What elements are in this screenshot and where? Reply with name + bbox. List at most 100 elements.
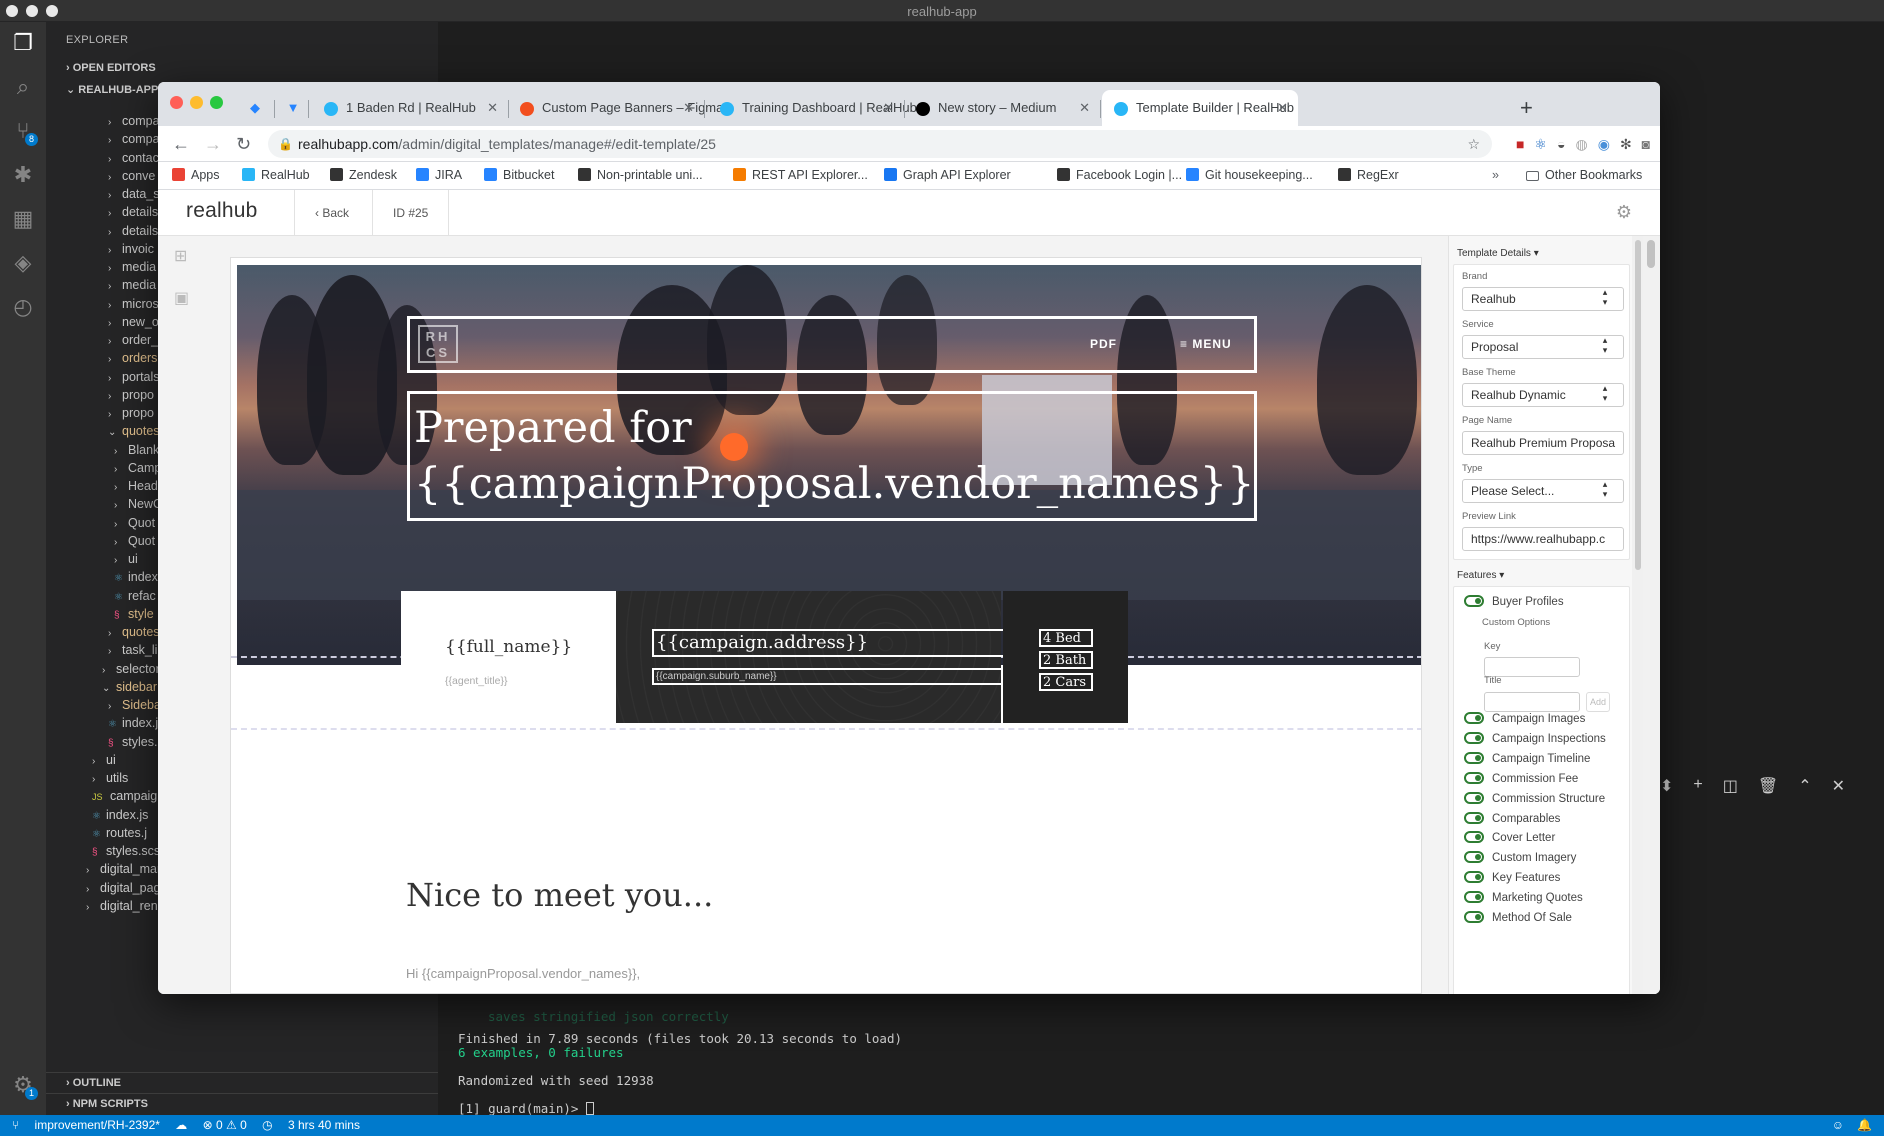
toggle-switch[interactable]	[1464, 731, 1484, 744]
toggle-switch[interactable]	[1464, 851, 1484, 864]
bookmark-item[interactable]: Git housekeeping...	[1186, 168, 1313, 182]
notifications-bell-icon[interactable]: 🔔	[1857, 1115, 1872, 1136]
feature-toggle-row[interactable]: Marketing Quotes	[1464, 889, 1583, 907]
feature-toggle-row[interactable]: Key Features	[1464, 869, 1560, 887]
extension-icon[interactable]: ■	[1516, 136, 1524, 153]
gitlens-icon[interactable]: ◴	[10, 294, 36, 320]
forward-arrow-icon[interactable]: →	[204, 134, 222, 154]
feature-toggle-row[interactable]: Commission Fee	[1464, 770, 1578, 788]
more-bookmarks-chevron-icon[interactable]: »	[1492, 168, 1499, 182]
select-field[interactable]: Proposal ▴▾	[1462, 335, 1624, 359]
feature-toggle-row[interactable]: Comparables	[1464, 810, 1560, 828]
bookmark-star-icon[interactable]: ☆	[1467, 130, 1480, 158]
sync-icon[interactable]: ☁	[175, 1118, 187, 1132]
toggle-switch[interactable]	[1464, 871, 1484, 884]
files-icon[interactable]: ❐	[10, 30, 36, 56]
back-arrow-icon[interactable]: ←	[172, 134, 190, 154]
bookmark-item[interactable]: RealHub	[242, 168, 310, 182]
chevron-down-icon[interactable]: ⬍	[1660, 776, 1673, 796]
settings-gear-icon[interactable]: ⚙ 1	[10, 1072, 38, 1100]
split-terminal-icon[interactable]: ◫	[1723, 776, 1738, 796]
features-toggle[interactable]: Features ▾	[1457, 570, 1504, 581]
extension-icon[interactable]: ✻	[1620, 136, 1632, 153]
extension-icon[interactable]: ◉	[1598, 136, 1610, 153]
search-icon[interactable]: ⌕	[10, 74, 36, 100]
terminal-output[interactable]: saves stringified json correctly Finishe…	[458, 1010, 902, 1116]
realhub-logo[interactable]: realhub	[186, 199, 257, 223]
close-panel-icon[interactable]: ✕	[1832, 776, 1845, 796]
feature-toggle-row[interactable]: Campaign Timeline	[1464, 750, 1590, 768]
hero-title[interactable]: Prepared for {{campaignProposal.vendor_n…	[407, 391, 1257, 521]
scroll-thumb[interactable]	[1647, 240, 1655, 268]
docker-icon[interactable]: ◈	[10, 250, 36, 276]
toggle-switch[interactable]	[1464, 771, 1484, 784]
zoom-window-button[interactable]	[210, 96, 223, 109]
add-block-icon[interactable]: ⊞	[174, 246, 189, 266]
select-field[interactable]: Realhub ▴▾	[1462, 287, 1624, 311]
reload-icon[interactable]: ↻	[236, 134, 251, 154]
maximize-panel-icon[interactable]: ⌃	[1798, 776, 1811, 796]
npm-scripts-section[interactable]: › NPM SCRIPTS	[46, 1093, 438, 1113]
toggle-switch[interactable]	[1464, 891, 1484, 904]
toggle-switch[interactable]	[1464, 831, 1484, 844]
close-tab-icon[interactable]: ✕	[1079, 90, 1090, 126]
debug-icon[interactable]: ✱	[10, 162, 36, 188]
toggle-switch[interactable]	[1464, 595, 1484, 607]
key-input[interactable]	[1484, 657, 1580, 677]
browser-tab[interactable]: New story – Medium ✕	[904, 90, 1100, 126]
feature-toggle-row[interactable]: Cover Letter	[1464, 829, 1555, 847]
bookmark-item[interactable]: Non-printable uni...	[578, 168, 703, 182]
select-field[interactable]: Please Select... ▴▾	[1462, 479, 1624, 503]
terminal-prompt[interactable]: [1] guard(main)>	[458, 1102, 902, 1116]
select-field[interactable]: Realhub Dynamic ▴▾	[1462, 383, 1624, 407]
intro-greeting[interactable]: Hi {{campaignProposal.vendor_names}},	[406, 966, 640, 981]
close-tab-icon[interactable]: ✕	[1277, 90, 1288, 126]
feature-toggle-row[interactable]: Campaign Images	[1464, 710, 1585, 728]
gear-icon[interactable]: ⚙	[1616, 202, 1632, 223]
feedback-icon[interactable]: ☺	[1832, 1115, 1844, 1136]
bookmark-item[interactable]: JIRA	[416, 168, 462, 182]
camera-icon[interactable]: ◙	[1642, 136, 1650, 153]
source-control-icon[interactable]: ⑂ 8	[10, 118, 38, 146]
page-scrollbar[interactable]	[1643, 236, 1660, 994]
pinned-tab-bitbucket[interactable]: ▼	[280, 90, 306, 126]
browser-tab[interactable]: Template Builder | RealHub ✕	[1102, 90, 1298, 126]
toggle-switch[interactable]	[1464, 811, 1484, 824]
extensions-icon[interactable]: ▦	[10, 206, 36, 232]
agent-card[interactable]: {{full_name}} {{agent_title}}	[401, 591, 616, 723]
bookmark-item[interactable]: RegExr	[1338, 168, 1399, 182]
template-canvas[interactable]: RH CS PDF ≡ MENU Prepared for {{campaign…	[230, 257, 1422, 994]
toggle-switch[interactable]	[1464, 911, 1484, 923]
url-bar[interactable]: 🔒 realhubapp.com/admin/digital_templates…	[268, 130, 1492, 158]
extension-icon[interactable]: ◍	[1576, 136, 1588, 153]
browser-tab[interactable]: Training Dashboard | RealHub ✕	[708, 90, 917, 126]
browser-tab[interactable]: 1 Baden Rd | RealHub ✕	[312, 90, 508, 126]
add-option-button[interactable]: Add	[1586, 692, 1610, 712]
hero-nav-bar[interactable]: RH CS PDF ≡ MENU	[407, 316, 1257, 373]
text-field[interactable]: Realhub Premium Proposa	[1462, 431, 1624, 455]
title-input[interactable]	[1484, 692, 1580, 712]
toggle-switch[interactable]	[1464, 791, 1484, 804]
feature-toggle-row[interactable]: Custom Imagery	[1464, 849, 1576, 867]
feature-toggle-row[interactable]: Method Of Sale	[1464, 909, 1572, 927]
browser-tab[interactable]: Custom Page Banners – Figma ✕	[508, 90, 723, 126]
address-card[interactable]: {{campaign.address}} {{campaign.suburb_n…	[616, 591, 1043, 723]
minimize-window-button[interactable]	[190, 96, 203, 109]
bookmark-item[interactable]: Apps	[172, 168, 220, 182]
pocket-icon[interactable]: ◒	[1557, 136, 1565, 153]
text-field[interactable]: https://www.realhubapp.c	[1462, 527, 1624, 551]
open-editors-section[interactable]: › OPEN EDITORS	[46, 58, 438, 78]
image-icon[interactable]: ▣	[174, 288, 189, 308]
bookmark-item[interactable]: Graph API Explorer	[884, 168, 1011, 182]
toggle-switch[interactable]	[1464, 712, 1484, 724]
problems-indicator[interactable]: ⊗ 0 ⚠ 0	[203, 1118, 247, 1132]
intro-heading[interactable]: Nice to meet you...	[406, 876, 713, 914]
new-tab-button[interactable]: +	[1520, 90, 1540, 126]
feature-toggle-row[interactable]: Buyer Profiles	[1464, 593, 1564, 611]
react-devtools-icon[interactable]: ⚛	[1534, 136, 1547, 153]
close-window-button[interactable]	[170, 96, 183, 109]
menu-button[interactable]: ≡ MENU	[1180, 337, 1232, 351]
branch-indicator[interactable]: ⑂ improvement/RH-2392*	[12, 1118, 160, 1132]
close-tab-icon[interactable]: ✕	[487, 90, 498, 126]
feature-toggle-row[interactable]: Campaign Inspections	[1464, 730, 1606, 748]
